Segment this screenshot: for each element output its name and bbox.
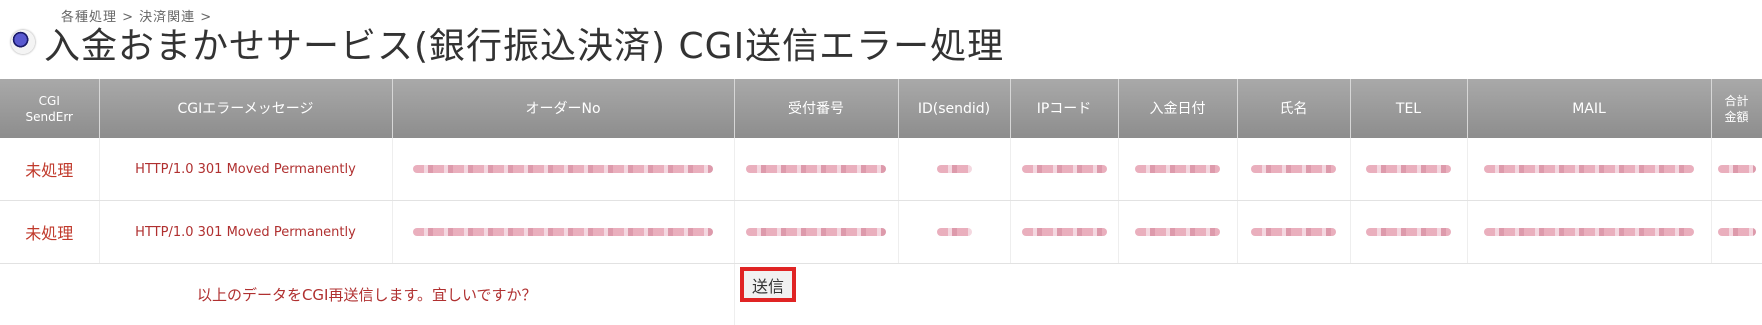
send-button[interactable]: 送信 [740, 267, 796, 302]
error-message-text: HTTP/1.0 301 Moved Permanently [135, 162, 356, 177]
redacted-sendid [898, 201, 1010, 264]
redacted-block [1135, 228, 1220, 236]
redacted-block [413, 165, 713, 173]
col-tel: TEL [1350, 79, 1467, 138]
redacted-payment-date [1118, 201, 1237, 264]
col-cgi-senderr: CGI SendErr [0, 79, 99, 138]
error-message-text: HTTP/1.0 301 Moved Permanently [135, 225, 356, 240]
table-row: 未処理 HTTP/1.0 301 Moved Permanently [0, 201, 1762, 264]
redacted-mail [1467, 201, 1711, 264]
redacted-name [1237, 201, 1350, 264]
redacted-order-no [392, 138, 734, 201]
redacted-block [1251, 165, 1336, 173]
col-sendid: ID(sendid) [898, 79, 1010, 138]
status-text: 未処理 [25, 224, 73, 243]
redacted-total-amount [1711, 138, 1762, 201]
redacted-order-no [392, 201, 734, 264]
redacted-ip-code [1010, 138, 1118, 201]
redacted-block [1251, 228, 1336, 236]
col-name: 氏名 [1237, 79, 1350, 138]
redacted-block [413, 228, 713, 236]
col-total-amount: 合計 金額 [1711, 79, 1762, 138]
error-message-cell: HTTP/1.0 301 Moved Permanently [99, 201, 392, 264]
col-order-no: オーダーNo [392, 79, 734, 138]
table-header-row: CGI SendErr CGIエラーメッセージ オーダーNo 受付番号 ID(s… [0, 79, 1762, 138]
redacted-block [1484, 165, 1694, 173]
redacted-block [1366, 165, 1451, 173]
redacted-block [746, 228, 886, 236]
redacted-receipt-number [734, 138, 898, 201]
status-cell: 未処理 [0, 201, 99, 264]
confirm-row: 以上のデータをCGI再送信します。宜しいですか？ [0, 264, 1762, 325]
col-cgi-error-message: CGIエラーメッセージ [99, 79, 392, 138]
redacted-block [1484, 228, 1694, 236]
redacted-block [937, 228, 972, 236]
redacted-tel [1350, 201, 1467, 264]
redacted-block [746, 165, 886, 173]
col-receipt-number: 受付番号 [734, 79, 898, 138]
title-bullet-icon [11, 30, 35, 54]
redacted-block [1718, 165, 1756, 173]
redacted-block [1366, 228, 1451, 236]
redacted-block [1022, 165, 1107, 173]
redacted-ip-code [1010, 201, 1118, 264]
redacted-receipt-number [734, 201, 898, 264]
confirm-spacer-cell [734, 264, 1762, 325]
page-header: 各種処理 > 決済関連 > 入金おまかせサービス(銀行振込決済) CGI送信エラ… [0, 0, 1762, 76]
confirm-message: 以上のデータをCGI再送信します。宜しいですか？ [197, 286, 537, 304]
page-title: 入金おまかせサービス(銀行振込決済) CGI送信エラー処理 [44, 17, 1004, 69]
redacted-mail [1467, 138, 1711, 201]
error-message-cell: HTTP/1.0 301 Moved Permanently [99, 138, 392, 201]
redacted-tel [1350, 138, 1467, 201]
redacted-payment-date [1118, 138, 1237, 201]
status-cell: 未処理 [0, 138, 99, 201]
redacted-total-amount [1711, 201, 1762, 264]
col-ip-code: IPコード [1010, 79, 1118, 138]
redacted-name [1237, 138, 1350, 201]
redacted-block [937, 165, 972, 173]
redacted-block [1718, 228, 1756, 236]
cgi-error-table: CGI SendErr CGIエラーメッセージ オーダーNo 受付番号 ID(s… [0, 79, 1762, 325]
redacted-sendid [898, 138, 1010, 201]
confirm-message-cell: 以上のデータをCGI再送信します。宜しいですか？ [0, 264, 734, 325]
col-payment-date: 入金日付 [1118, 79, 1237, 138]
redacted-block [1022, 228, 1107, 236]
col-mail: MAIL [1467, 79, 1711, 138]
redacted-block [1135, 165, 1220, 173]
table-row: 未処理 HTTP/1.0 301 Moved Permanently [0, 138, 1762, 201]
status-text: 未処理 [25, 161, 73, 180]
